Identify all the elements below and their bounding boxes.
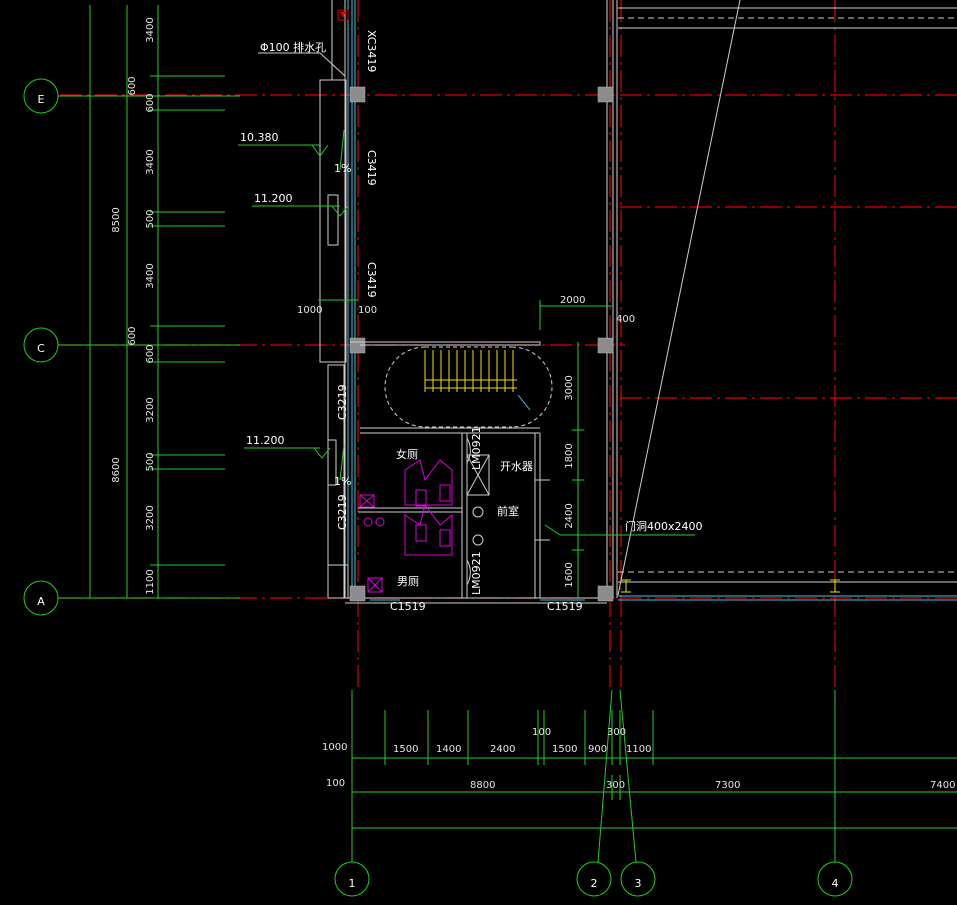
svg-text:1500: 1500	[552, 744, 577, 755]
svg-text:600: 600	[145, 93, 156, 112]
svg-text:600: 600	[127, 76, 138, 95]
svg-text:3400: 3400	[145, 17, 156, 42]
svg-text:2400: 2400	[490, 744, 515, 755]
svg-text:8500: 8500	[111, 207, 122, 232]
axis-bubble-2: 2	[576, 689, 613, 897]
svg-text:Φ100 排水孔: Φ100 排水孔	[260, 40, 326, 54]
elevation-markers: 10.380 11.200 11.200 1% 1%	[238, 129, 351, 488]
svg-text:C: C	[37, 342, 45, 355]
svg-text:C3419: C3419	[365, 150, 378, 186]
svg-text:300: 300	[606, 780, 625, 791]
svg-text:3000: 3000	[564, 375, 575, 400]
svg-text:3200: 3200	[145, 505, 156, 530]
svg-text:8600: 8600	[111, 457, 122, 482]
left-dimension-chain: 3400 600 600 3400 500 3400 600 600 3200 …	[84, 5, 225, 599]
svg-text:C3219: C3219	[336, 494, 349, 530]
svg-text:4: 4	[832, 877, 839, 890]
svg-text:500: 500	[145, 209, 156, 228]
svg-text:100: 100	[532, 727, 551, 738]
svg-text:E: E	[38, 93, 45, 106]
cad-drawing-canvas[interactable]: E C A 1 2 3 4 3400 600 600 3400 500 3400…	[0, 0, 957, 905]
door-note-label: 门洞400x2400	[625, 519, 703, 533]
svg-text:500: 500	[145, 452, 156, 471]
svg-text:1: 1	[349, 877, 356, 890]
east-wall	[606, 0, 957, 601]
svg-text:3: 3	[635, 877, 642, 890]
svg-text:300: 300	[607, 727, 626, 738]
drain-marker: Φ100 排水孔	[258, 9, 349, 77]
room-front-label: 前室	[497, 504, 519, 518]
toilet-area	[358, 433, 550, 598]
svg-text:C3219: C3219	[336, 384, 349, 420]
svg-text:100: 100	[358, 305, 377, 316]
svg-text:3400: 3400	[145, 149, 156, 174]
svg-text:1500: 1500	[393, 744, 418, 755]
svg-text:1100: 1100	[626, 744, 651, 755]
svg-text:900: 900	[588, 744, 607, 755]
svg-text:XC3419: XC3419	[365, 30, 378, 72]
svg-text:C1519: C1519	[390, 600, 426, 613]
svg-text:1100: 1100	[145, 569, 156, 594]
svg-text:2000: 2000	[560, 295, 585, 306]
svg-text:8800: 8800	[470, 780, 495, 791]
svg-text:600: 600	[145, 344, 156, 363]
room-women-label: 女厕	[396, 447, 418, 461]
svg-text:10.380: 10.380	[240, 131, 279, 144]
svg-text:3400: 3400	[145, 263, 156, 288]
svg-text:400: 400	[616, 314, 635, 325]
svg-text:7400: 7400	[930, 780, 955, 791]
svg-text:1800: 1800	[564, 443, 575, 468]
svg-text:C1519: C1519	[547, 600, 583, 613]
toilet-fixtures	[359, 459, 453, 593]
svg-text:11.200: 11.200	[246, 434, 285, 447]
svg-text:A: A	[37, 595, 45, 608]
svg-text:600: 600	[127, 326, 138, 345]
svg-text:LM0921: LM0921	[470, 551, 483, 595]
water-heater-label: 开水器	[500, 460, 533, 473]
svg-text:1%: 1%	[334, 475, 351, 488]
svg-text:7300: 7300	[715, 780, 740, 791]
room-men-label: 男厕	[397, 575, 419, 588]
svg-text:100: 100	[326, 778, 345, 789]
svg-text:1000: 1000	[322, 742, 347, 753]
axis-bubble-3: 3	[619, 689, 656, 897]
stair	[350, 341, 553, 434]
svg-text:11.200: 11.200	[254, 192, 293, 205]
svg-text:2: 2	[591, 877, 598, 890]
svg-text:3200: 3200	[145, 397, 156, 422]
svg-text:1%: 1%	[334, 162, 351, 175]
svg-text:LM0921: LM0921	[470, 426, 483, 470]
svg-text:C3419: C3419	[365, 262, 378, 298]
bottom-dimension-chain: 1000 1500 1400 2400 100 1500 900 300 110…	[322, 690, 957, 835]
svg-text:2400: 2400	[564, 503, 575, 528]
svg-text:1600: 1600	[564, 562, 575, 587]
floor-plan-svg: E C A 1 2 3 4 3400 600 600 3400 500 3400…	[23, 0, 957, 897]
svg-text:1000: 1000	[297, 305, 322, 316]
room-labels: 女厕 男厕 前室 开水器 门洞400x2400	[396, 447, 703, 588]
svg-text:1400: 1400	[436, 744, 461, 755]
